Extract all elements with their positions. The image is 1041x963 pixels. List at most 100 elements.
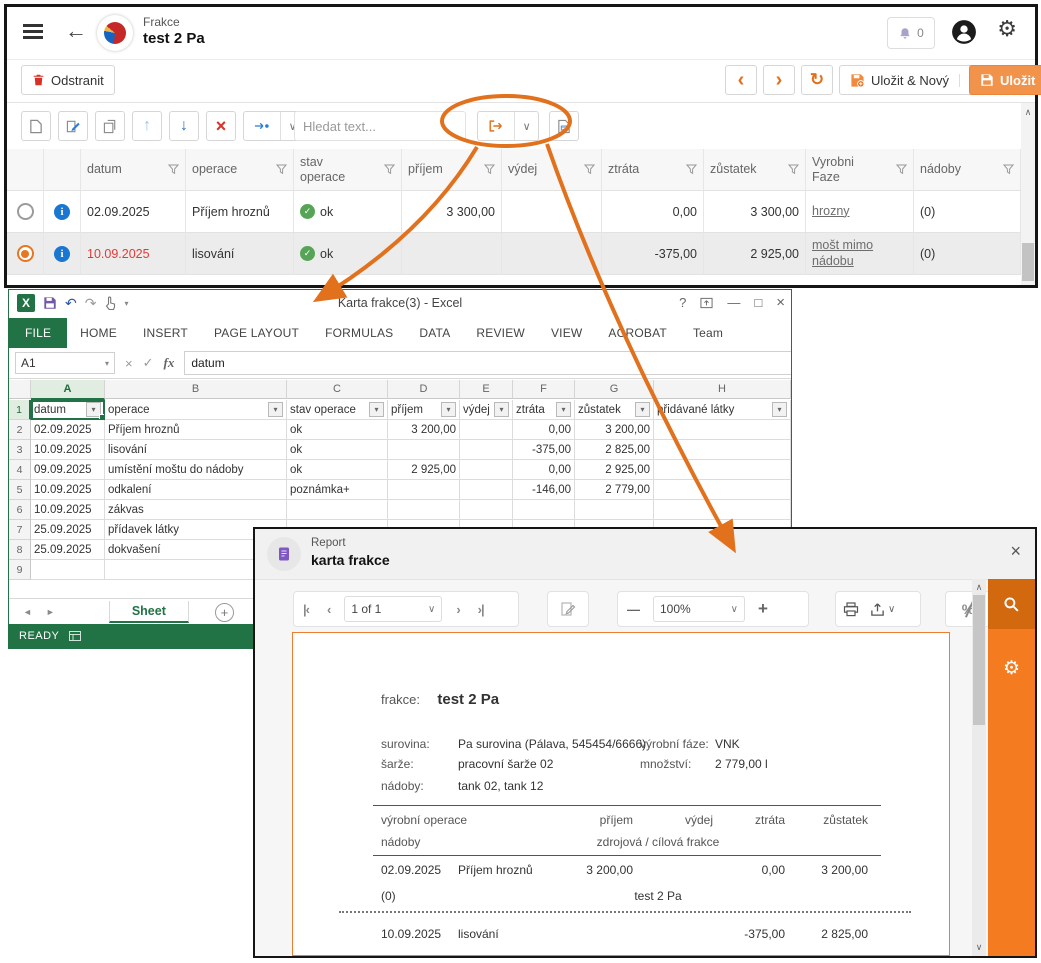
- search-input[interactable]: [301, 118, 481, 135]
- ribbon-options-icon[interactable]: [700, 297, 713, 309]
- cell[interactable]: [654, 460, 791, 480]
- prev-record-button[interactable]: ‹: [725, 65, 757, 95]
- back-arrow-icon[interactable]: ←: [65, 18, 87, 44]
- formula-input[interactable]: datum: [184, 351, 791, 375]
- cell[interactable]: ok: [287, 440, 388, 460]
- close-icon[interactable]: ×: [776, 294, 785, 311]
- last-page-button[interactable]: ›|: [469, 602, 493, 617]
- cell[interactable]: [460, 480, 513, 500]
- delete-button[interactable]: Odstranit: [21, 65, 115, 95]
- cell[interactable]: 0,00: [513, 460, 575, 480]
- info-icon[interactable]: i: [54, 246, 70, 262]
- restore-icon[interactable]: □: [754, 295, 762, 310]
- prev-page-button[interactable]: ‹: [318, 602, 339, 617]
- cell[interactable]: 02.09.2025: [31, 420, 105, 440]
- tab-file[interactable]: FILE: [9, 318, 67, 348]
- radio-selected[interactable]: [17, 245, 34, 262]
- cell[interactable]: [575, 500, 654, 520]
- cell[interactable]: -146,00: [513, 480, 575, 500]
- column-letter[interactable]: E: [460, 380, 513, 399]
- column-letter[interactable]: B: [105, 380, 287, 399]
- cell[interactable]: 3 200,00: [575, 420, 654, 440]
- column-header[interactable]: výdej: [502, 149, 602, 191]
- filter-dropdown-icon[interactable]: ▾: [268, 402, 283, 417]
- cell[interactable]: ok: [287, 420, 388, 440]
- cell[interactable]: 0,00: [513, 420, 575, 440]
- cell[interactable]: 2 825,00: [575, 440, 654, 460]
- filter-funnel-icon[interactable]: [788, 164, 799, 175]
- name-box[interactable]: A1▾: [15, 352, 115, 374]
- tab-data[interactable]: DATA: [406, 318, 463, 348]
- cell[interactable]: [460, 440, 513, 460]
- tab-home[interactable]: HOME: [67, 318, 130, 348]
- cell[interactable]: 2 779,00: [575, 480, 654, 500]
- row-number[interactable]: 9: [9, 560, 31, 580]
- save-button[interactable]: Uložit: [969, 65, 1041, 95]
- move-down-button[interactable]: ↓: [169, 111, 199, 141]
- column-header[interactable]: nádoby: [914, 149, 1021, 191]
- cell[interactable]: -375,00: [513, 440, 575, 460]
- cell[interactable]: 2 925,00: [575, 460, 654, 480]
- cell[interactable]: [654, 480, 791, 500]
- tab-page-layout[interactable]: PAGE LAYOUT: [201, 318, 312, 348]
- column-letter[interactable]: A: [31, 380, 105, 400]
- cell[interactable]: [460, 460, 513, 480]
- column-header[interactable]: příjem: [402, 149, 502, 191]
- cell-prijem[interactable]: 3 300,00: [402, 191, 502, 233]
- row-number[interactable]: 4: [9, 460, 31, 480]
- notifications-button[interactable]: 0: [887, 17, 935, 49]
- row-info-cell[interactable]: i: [44, 191, 81, 233]
- search-panel-button[interactable]: [988, 579, 1035, 629]
- column-header[interactable]: zůstatek: [704, 149, 806, 191]
- column-letter[interactable]: H: [654, 380, 791, 399]
- filter-dropdown-icon[interactable]: ▾: [494, 402, 509, 417]
- cell[interactable]: [388, 500, 460, 520]
- cell-prijem[interactable]: [402, 233, 502, 275]
- refresh-button[interactable]: ↻: [801, 65, 833, 95]
- row-number[interactable]: 3: [9, 440, 31, 460]
- filter-funnel-icon[interactable]: [384, 164, 395, 175]
- save-and-new-button[interactable]: Uložit & Nový ∨: [839, 65, 987, 95]
- export-button[interactable]: [478, 112, 514, 140]
- cell-zustatek[interactable]: 2 925,00: [704, 233, 806, 275]
- cell-ztrata[interactable]: 0,00: [602, 191, 704, 233]
- cell-faze-link[interactable]: hrozny: [806, 191, 914, 233]
- cell-datum[interactable]: 10.09.2025: [81, 233, 186, 275]
- cell-faze-link[interactable]: mošt mimo nádobu: [806, 233, 914, 275]
- cell[interactable]: [388, 480, 460, 500]
- cell-operace[interactable]: Příjem hroznů: [186, 191, 294, 233]
- cell-C1[interactable]: stav operace▾: [287, 400, 388, 420]
- row-number[interactable]: 5: [9, 480, 31, 500]
- filter-funnel-icon[interactable]: [896, 164, 907, 175]
- user-avatar-icon[interactable]: [951, 19, 977, 45]
- zoom-in-button[interactable]: +: [749, 599, 777, 619]
- scroll-up-icon[interactable]: ∧: [972, 582, 986, 593]
- column-header[interactable]: ztráta: [602, 149, 704, 191]
- row-number[interactable]: 8: [9, 540, 31, 560]
- cell-vydej[interactable]: [502, 233, 602, 275]
- zoom-out-button[interactable]: —: [618, 602, 649, 617]
- minimize-icon[interactable]: —: [727, 295, 740, 310]
- column-letter[interactable]: F: [513, 380, 575, 399]
- filter-dropdown-icon[interactable]: ▾: [369, 402, 384, 417]
- cell-E1[interactable]: výdej▾: [460, 400, 513, 420]
- cell-G1[interactable]: zůstatek▾: [575, 400, 654, 420]
- tab-view[interactable]: VIEW: [538, 318, 595, 348]
- cell[interactable]: [654, 420, 791, 440]
- cell[interactable]: Příjem hroznů: [105, 420, 287, 440]
- filter-dropdown-icon[interactable]: ▾: [86, 402, 101, 417]
- sheet-tab[interactable]: Sheet: [109, 601, 189, 623]
- delete-row-button[interactable]: ×: [206, 111, 236, 141]
- cell[interactable]: 2 925,00: [388, 460, 460, 480]
- info-icon[interactable]: i: [54, 204, 70, 220]
- cell-datum[interactable]: 02.09.2025: [81, 191, 186, 233]
- row-radio-cell[interactable]: [7, 191, 44, 233]
- cell[interactable]: [287, 500, 388, 520]
- row-radio-cell[interactable]: [7, 233, 44, 275]
- filter-funnel-icon[interactable]: [484, 164, 495, 175]
- filter-dropdown-icon[interactable]: ▾: [441, 402, 456, 417]
- row-number[interactable]: 2: [9, 420, 31, 440]
- cell-operace[interactable]: lisování: [186, 233, 294, 275]
- tab-formulas[interactable]: FORMULAS: [312, 318, 406, 348]
- tab-insert[interactable]: INSERT: [130, 318, 201, 348]
